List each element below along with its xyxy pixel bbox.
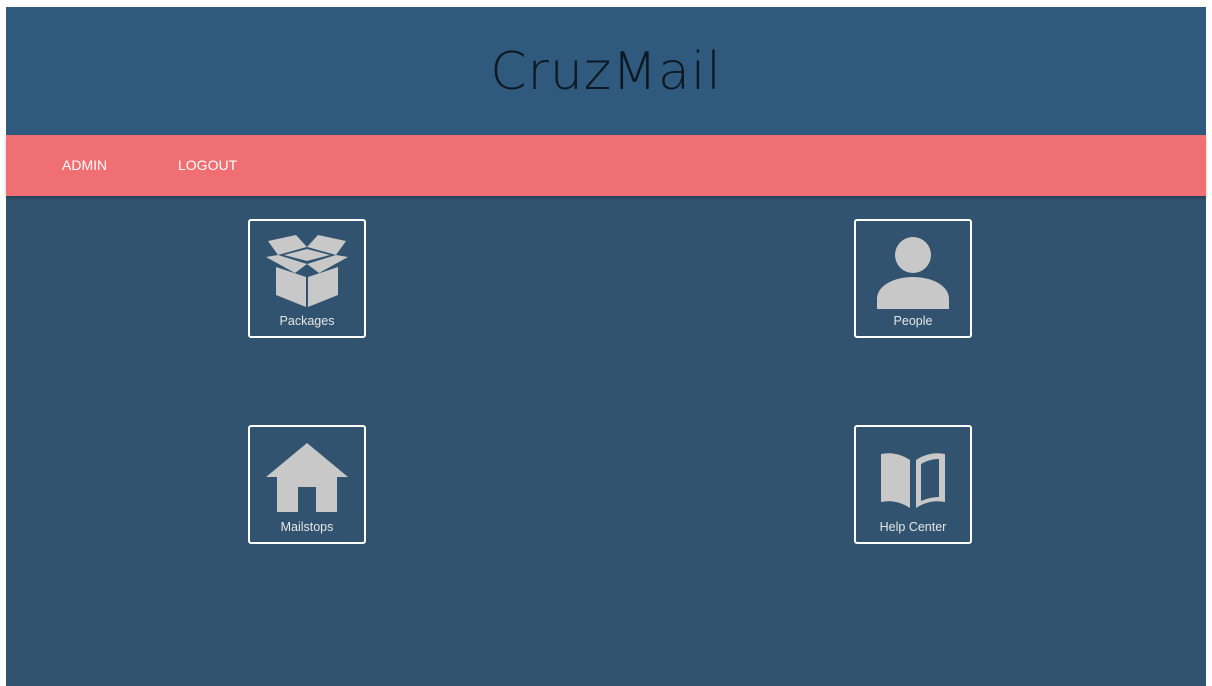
people-tile[interactable]: People xyxy=(854,219,972,338)
person-icon xyxy=(856,231,970,311)
book-icon xyxy=(856,437,970,517)
box-icon xyxy=(250,231,364,311)
help-center-tile[interactable]: Help Center xyxy=(854,425,972,544)
packages-tile[interactable]: Packages xyxy=(248,219,366,338)
nav-logout-link[interactable]: LOGOUT xyxy=(178,135,237,196)
app-title: CruzMail xyxy=(490,42,722,102)
navbar: ADMIN LOGOUT xyxy=(6,135,1206,196)
mailstops-tile[interactable]: Mailstops xyxy=(248,425,366,544)
people-label: People xyxy=(893,314,933,328)
app-container: CruzMail ADMIN LOGOUT Packages People Ma… xyxy=(6,7,1206,686)
help-center-label: Help Center xyxy=(879,520,947,534)
house-icon xyxy=(250,437,364,517)
mailstops-label: Mailstops xyxy=(280,520,334,534)
header: CruzMail xyxy=(6,7,1206,135)
packages-label: Packages xyxy=(279,314,335,328)
nav-admin-link[interactable]: ADMIN xyxy=(62,135,107,196)
